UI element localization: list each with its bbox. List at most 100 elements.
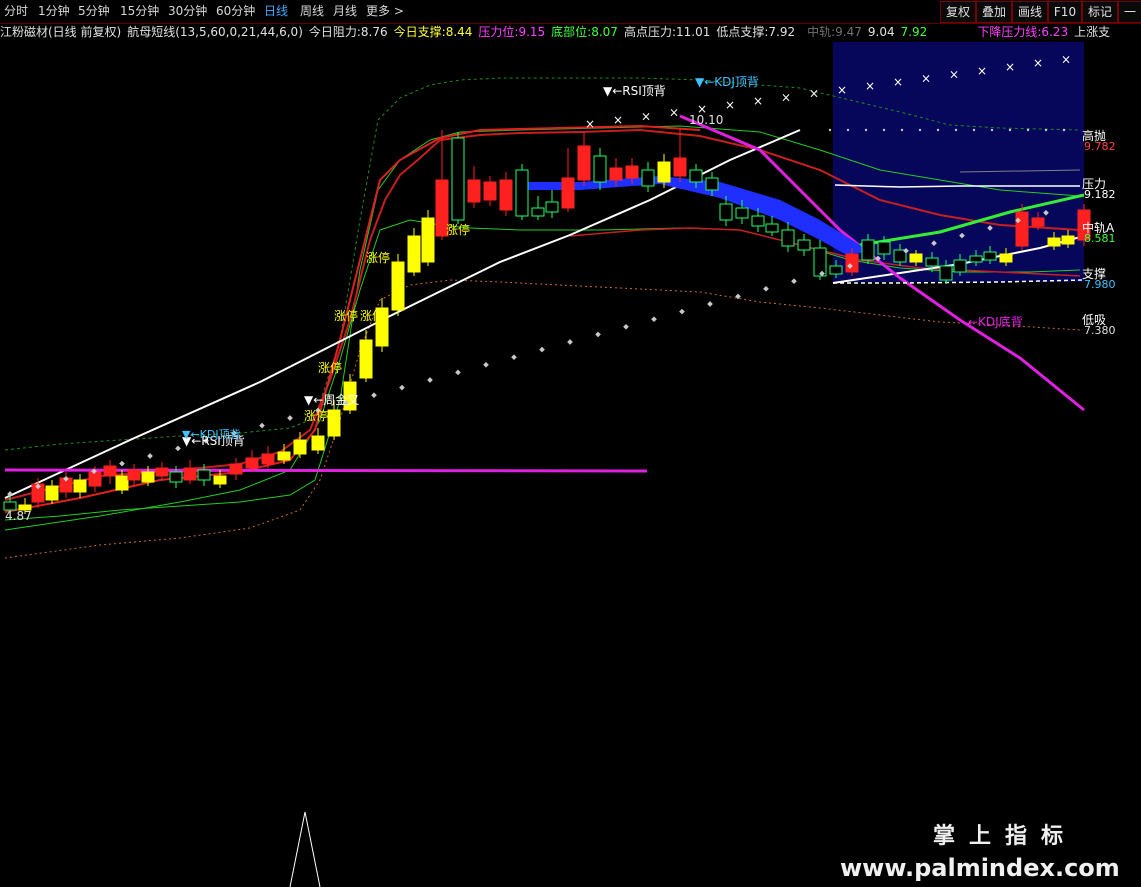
candle-body xyxy=(813,247,827,277)
low-support-value: 7.92 xyxy=(768,25,796,39)
tab-5min[interactable]: 5分钟 xyxy=(78,0,110,23)
candle-body xyxy=(407,235,421,273)
dotted-support-mark xyxy=(511,354,517,361)
dotted-level-mark xyxy=(972,128,976,132)
dotted-level-mark xyxy=(954,128,958,132)
cross-mark: × xyxy=(725,98,735,112)
candle-body xyxy=(1061,235,1075,245)
dotted-level-mark xyxy=(1008,128,1012,132)
dotted-support-mark xyxy=(483,361,489,368)
candle-body xyxy=(499,179,513,211)
down-line-label: 下降压力线: xyxy=(977,25,1042,39)
dotted-support-mark xyxy=(595,331,601,338)
candle-body xyxy=(689,169,703,183)
limit-up-label: 涨停 xyxy=(360,308,384,323)
candle-body xyxy=(845,253,859,273)
candle-body xyxy=(1015,211,1029,247)
dotted-support-mark xyxy=(539,346,545,353)
overlay-button[interactable]: 叠加 xyxy=(976,1,1012,23)
right-value-mid-rail: 8.581 xyxy=(1084,232,1116,245)
candle-body xyxy=(1047,237,1061,247)
value-a: 9.04 xyxy=(867,25,895,39)
bottom-value: 8.07 xyxy=(591,25,618,39)
tab-intraday[interactable]: 分时 xyxy=(4,0,28,23)
volume-spike xyxy=(289,811,321,887)
candle-body xyxy=(797,239,811,251)
tab-daily[interactable]: 日线 xyxy=(264,0,288,23)
candle-body xyxy=(115,475,129,491)
cross-mark: × xyxy=(921,71,931,85)
candle-body xyxy=(88,471,102,487)
dotted-level-mark xyxy=(990,128,994,132)
dotted-support-mark xyxy=(455,369,461,376)
tab-1min[interactable]: 1分钟 xyxy=(38,0,70,23)
cross-mark: × xyxy=(781,90,791,104)
watermark: 掌上指标 www.palmindex.com xyxy=(840,818,1130,882)
dotted-level-mark xyxy=(846,128,850,132)
today-resist-value: 8.76 xyxy=(360,25,388,39)
magenta-horizontal-line xyxy=(4,468,648,473)
limit-up-label: 涨停 xyxy=(318,360,342,375)
today-support-label: 今日支撑: xyxy=(393,25,446,39)
draw-line-button[interactable]: 画线 xyxy=(1012,1,1048,23)
mark-button[interactable]: 标记 xyxy=(1082,1,1118,23)
candle-body xyxy=(781,229,795,247)
tab-more[interactable]: 更多 > xyxy=(366,0,404,23)
candle-body xyxy=(327,409,341,437)
tab-monthly[interactable]: 月线 xyxy=(333,0,357,23)
candle-body xyxy=(483,181,497,201)
dotted-support-mark xyxy=(567,339,573,345)
candle-body xyxy=(293,439,307,455)
high-pressure-label: 高点压力: xyxy=(623,25,676,39)
candle-body xyxy=(45,485,59,501)
dotted-support-mark xyxy=(287,415,293,421)
right-value-low-buy: 7.380 xyxy=(1084,324,1116,337)
dotted-support-mark xyxy=(427,377,433,383)
candle-body xyxy=(197,469,211,481)
candle-body xyxy=(169,471,183,483)
dotted-support-mark xyxy=(119,460,125,467)
candle-body xyxy=(861,239,875,261)
period-toolbar: 分时 1分钟 5分钟 15分钟 30分钟 60分钟 日线 周线 月线 更多 > … xyxy=(0,0,1141,24)
candle-body xyxy=(561,177,575,209)
candle-body xyxy=(451,137,465,221)
custom-button[interactable]: 一自 xyxy=(1118,1,1141,23)
lower-band xyxy=(4,279,1081,559)
tab-60min[interactable]: 60分钟 xyxy=(216,0,255,23)
tab-weekly[interactable]: 周线 xyxy=(300,0,324,23)
candle-body xyxy=(531,207,545,217)
limit-up-label: 涨停 xyxy=(446,222,470,237)
candle-body xyxy=(909,253,923,263)
f10-button[interactable]: F10 xyxy=(1048,1,1082,23)
down-line-value: 6.23 xyxy=(1041,25,1069,39)
candle-body xyxy=(641,169,655,187)
tab-30min[interactable]: 30分钟 xyxy=(168,0,207,23)
cross-mark: × xyxy=(893,75,903,89)
candle-body xyxy=(73,479,87,493)
dotted-support-mark xyxy=(147,453,153,459)
candle-body xyxy=(245,457,259,469)
dotted-support-mark xyxy=(399,384,405,391)
adjust-button[interactable]: 复权 xyxy=(940,1,976,23)
right-value-high-throw: 9.782 xyxy=(1084,140,1116,153)
tab-15min[interactable]: 15分钟 xyxy=(120,0,159,23)
dotted-support-mark xyxy=(259,422,265,429)
candle-body xyxy=(609,167,623,181)
candle-body xyxy=(213,475,227,485)
candle-body xyxy=(625,165,639,179)
bottom-label: 底部位: xyxy=(551,25,592,39)
candle-body xyxy=(657,161,671,183)
candle-body xyxy=(261,453,275,465)
cross-mark: × xyxy=(641,109,651,123)
cross-mark: × xyxy=(949,68,959,82)
candle-body xyxy=(545,201,559,213)
dotted-level-mark xyxy=(1026,128,1030,132)
dotted-support-mark xyxy=(763,285,769,292)
candle-body xyxy=(999,253,1013,263)
low-support-label: 低点支撑: xyxy=(716,25,769,39)
kline-chart[interactable]: × × × × × × × × × × × × × × × × × × 10.104.87▼←RSI顶背▼←RSI… xyxy=(0,40,1141,887)
dotted-level-mark xyxy=(900,128,904,132)
candle-body xyxy=(421,217,435,263)
dotted-level-mark xyxy=(918,128,922,132)
dotted-level-mark xyxy=(1062,128,1066,132)
